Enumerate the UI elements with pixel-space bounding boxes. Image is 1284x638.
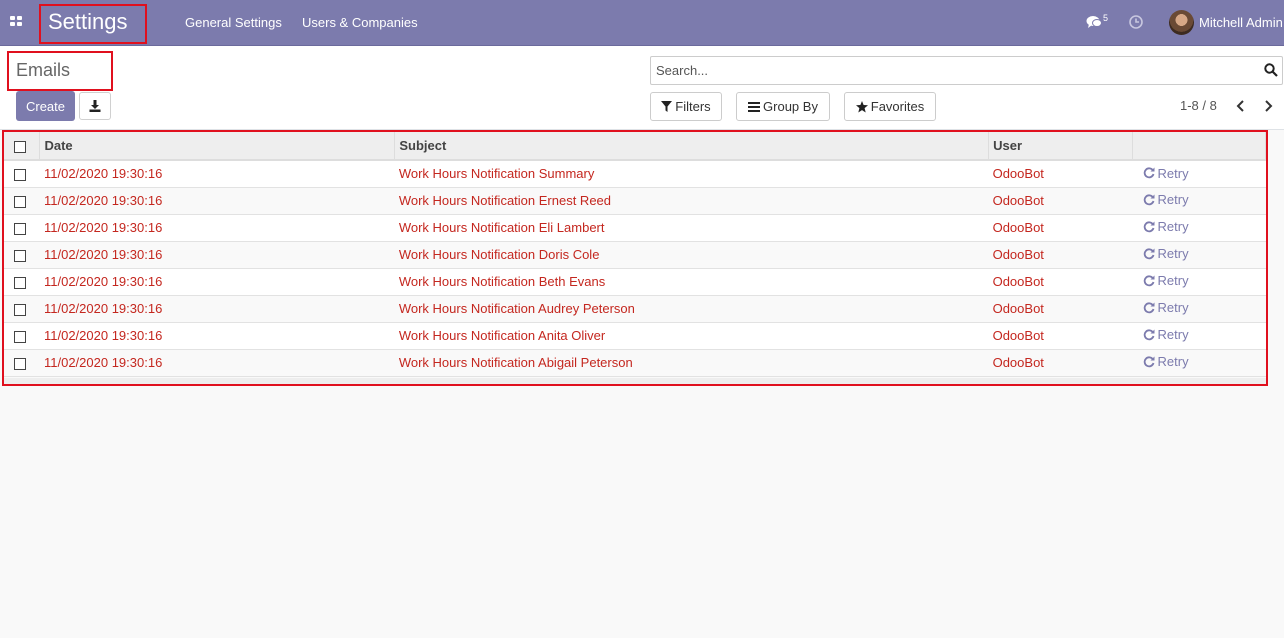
pager-value[interactable]: 1-8 / 8 <box>1180 98 1217 113</box>
create-button[interactable]: Create <box>16 91 75 121</box>
pager-previous-icon[interactable] <box>1235 99 1247 113</box>
bars-icon <box>748 101 761 112</box>
group-by-button[interactable]: Group By <box>736 92 830 121</box>
filters-button[interactable]: Filters <box>650 92 722 121</box>
filter-icon <box>661 101 673 112</box>
control-panel: Emails Create Filters Group By Favorites… <box>0 46 1284 130</box>
search-input[interactable] <box>656 63 1246 78</box>
messages-badge: 5 <box>1103 13 1109 23</box>
menu-users-companies[interactable]: Users & Companies <box>302 15 418 30</box>
filters-label: Filters <box>675 99 711 114</box>
search-box[interactable] <box>650 56 1283 85</box>
download-icon <box>89 100 101 112</box>
user-avatar[interactable] <box>1169 10 1194 35</box>
pager-next-icon[interactable] <box>1262 99 1274 113</box>
group-by-label: Group By <box>763 99 818 114</box>
top-navbar: Settings General Settings Users & Compan… <box>0 0 1284 46</box>
clock-icon[interactable] <box>1129 15 1143 29</box>
apps-menu-icon[interactable] <box>10 16 23 27</box>
favorites-button[interactable]: Favorites <box>844 92 936 121</box>
search-icon[interactable] <box>1264 63 1278 77</box>
list-highlight-box <box>2 130 1268 386</box>
app-brand[interactable]: Settings <box>48 9 128 35</box>
page-title: Emails <box>16 60 71 80</box>
user-menu-name[interactable]: Mitchell Admin <box>1199 15 1283 30</box>
star-icon <box>855 100 868 112</box>
chat-icon[interactable] <box>1086 15 1102 29</box>
menu-general-settings[interactable]: General Settings <box>185 15 282 30</box>
favorites-label: Favorites <box>870 99 925 114</box>
export-button[interactable] <box>79 92 111 120</box>
